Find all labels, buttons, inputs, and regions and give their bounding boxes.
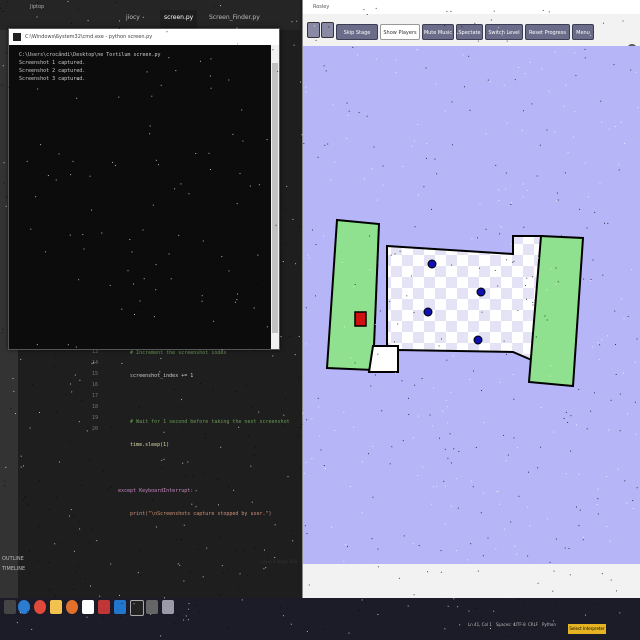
enemy-dot — [423, 307, 433, 317]
game-icon[interactable] — [162, 600, 174, 614]
game-window-title: Rosley — [313, 4, 330, 10]
store-icon[interactable] — [82, 600, 94, 614]
line-number: 19 — [92, 415, 99, 421]
terminal-scrollbar[interactable] — [271, 45, 279, 349]
explorer-title: Jiptop — [30, 4, 45, 10]
level-map — [325, 218, 585, 388]
outline-panel-header[interactable]: OUTLINE — [2, 556, 25, 566]
terminal-line: C:\Users\crocandi\Desktop\ne Tostilum sc… — [19, 52, 161, 58]
enemy-dot — [476, 287, 486, 297]
terminal-title: C:\Windows\System32\cmd.exe - python scr… — [25, 34, 153, 40]
indentation[interactable]: Spaces: 4 — [496, 622, 515, 627]
start-icon[interactable] — [4, 600, 16, 614]
stage-label: Level 1 Stage 000 — [261, 559, 298, 564]
line-number: 15 — [92, 371, 99, 377]
windows-taskbar — [0, 598, 640, 640]
terminal-titlebar[interactable]: C:\Windows\System32\cmd.exe - python scr… — [9, 29, 279, 45]
select-interpreter-button[interactable]: Select Interpreter — [568, 624, 606, 634]
scrollbar-thumb[interactable] — [272, 63, 278, 333]
code-line: screenshot_index += 1 — [118, 373, 194, 379]
terminal-line: Screenshot 3 captured. — [19, 76, 86, 82]
terminal-line: Screenshot 1 captured. — [19, 60, 86, 66]
tab-screen-finder[interactable]: Screen_Finder.py — [205, 10, 264, 28]
chrome-icon[interactable] — [34, 600, 46, 614]
code-area[interactable]: # Increment the screenshot index screens… — [118, 336, 290, 555]
enemy-dot — [427, 259, 437, 269]
line-number-gutter: 12 13 14 15 16 17 18 19 20 — [92, 336, 112, 435]
editor-tab-bar: Jiptop jiocy screen.py Screen_Finder.py — [0, 0, 300, 30]
code-line: except KeyboardInterrupt: — [118, 488, 194, 494]
tab-screen-py[interactable]: screen.py — [160, 10, 198, 28]
game-titlebar[interactable]: Rosley — [303, 0, 640, 14]
line-number: 20 — [92, 426, 99, 432]
explorer-icon[interactable] — [50, 600, 62, 614]
player-square — [354, 311, 367, 327]
switch-level-button[interactable]: Switch Level — [485, 24, 523, 40]
terminal-icon[interactable] — [130, 600, 144, 616]
language-mode[interactable]: Python — [542, 622, 556, 627]
corridor-outline — [367, 345, 399, 373]
noise-speck — [300, 466, 302, 468]
spectate-button[interactable]: Spectate — [456, 24, 483, 40]
timeline-panel-header[interactable]: TIMELINE — [2, 566, 25, 576]
line-number: 14 — [92, 360, 99, 366]
terminal-output[interactable]: C:\Users\crocandi\Desktop\ne Tostilum sc… — [9, 45, 279, 89]
tab-jiocy[interactable]: jiocy — [122, 10, 144, 28]
encoding[interactable]: UTF-8 — [514, 622, 526, 627]
show-players-button[interactable]: Show Players — [380, 24, 420, 40]
terminal-window: C:\Windows\System32\cmd.exe - python scr… — [8, 28, 280, 350]
reset-progress-button[interactable]: Reset Progress — [525, 24, 570, 40]
line-number: 16 — [92, 382, 99, 388]
line-number: 18 — [92, 404, 99, 410]
start-safe-zone — [325, 218, 381, 372]
terminal-icon — [13, 33, 21, 41]
terminal-line: Screenshot 2 captured. — [19, 68, 86, 74]
code-line: print("\nScreenshots capture stopped by … — [118, 511, 272, 517]
app-icon[interactable] — [146, 600, 158, 614]
sidebar-panels: OUTLINE TIMELINE — [2, 556, 25, 576]
firefox-icon[interactable] — [66, 600, 78, 614]
game-window: Rosley Skip Stage Show Players Mute Musi… — [261, 0, 640, 598]
mute-music-button[interactable]: Mute Music — [422, 24, 454, 40]
home-icon[interactable] — [307, 22, 320, 38]
app-icon[interactable] — [98, 600, 110, 614]
enemy-dot — [473, 335, 483, 345]
line-ending[interactable]: CRLF — [528, 622, 538, 627]
cursor-position[interactable]: Ln 41, Col 1 — [468, 622, 492, 627]
code-line: time.sleep(1) — [118, 442, 170, 448]
vscode-icon[interactable] — [114, 600, 126, 614]
edge-icon[interactable] — [18, 600, 30, 614]
menu-button[interactable]: Menu — [572, 24, 594, 40]
code-line: # Wait for 1 second before taking the ne… — [118, 419, 290, 425]
line-number: 17 — [92, 393, 99, 399]
game-canvas[interactable] — [303, 46, 640, 564]
noise-speck — [300, 81, 301, 83]
checkered-floor — [386, 235, 545, 373]
skip-stage-button[interactable]: Skip Stage — [336, 24, 378, 40]
game-toolbar: Skip Stage Show Players Mute Music Spect… — [303, 18, 640, 46]
document-icon[interactable] — [321, 22, 334, 38]
